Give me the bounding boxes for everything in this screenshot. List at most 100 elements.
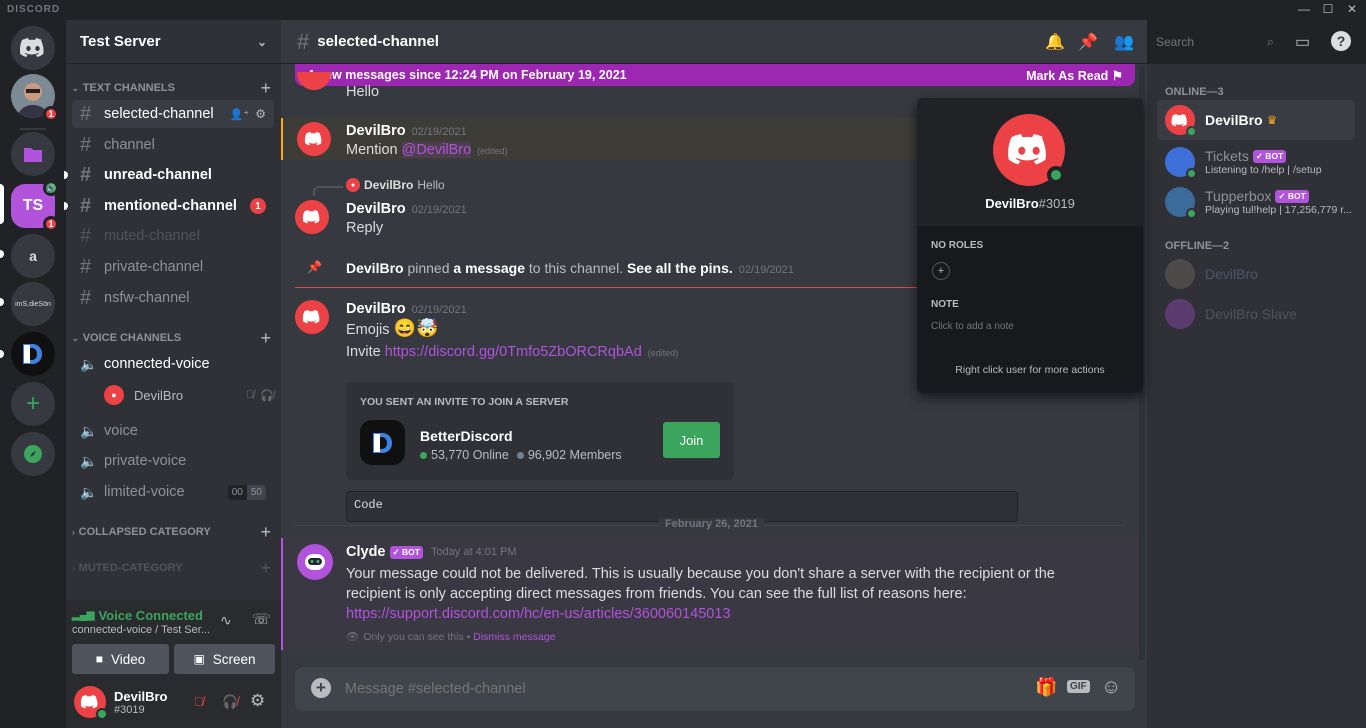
- dismiss-message-link[interactable]: Dismiss message: [473, 631, 555, 643]
- add-channel-icon[interactable]: +: [260, 328, 271, 349]
- server-betterdiscord[interactable]: [11, 332, 55, 376]
- avatar[interactable]: [297, 122, 331, 156]
- channel-channel[interactable]: # channel: [72, 131, 274, 159]
- offline-header: OFFLINE—2: [1165, 240, 1230, 252]
- video-button[interactable]: ■ Video: [72, 644, 169, 674]
- bell-icon[interactable]: 🔔: [1045, 32, 1065, 52]
- gif-button[interactable]: GIF: [1067, 680, 1090, 693]
- online-status-icon: [1186, 168, 1197, 179]
- explore-servers-button[interactable]: [11, 432, 55, 476]
- member-devilbro-offline[interactable]: DevilBro: [1157, 254, 1355, 294]
- add-role-button[interactable]: +: [932, 262, 950, 280]
- server-a[interactable]: a: [11, 234, 55, 278]
- clyde-avatar[interactable]: [297, 544, 333, 580]
- hash-icon: #: [80, 102, 92, 125]
- timestamp: 02/19/2021: [411, 204, 467, 216]
- invite-icon[interactable]: 👤⁺: [230, 108, 250, 121]
- channel-unread[interactable]: # unread-channel: [72, 161, 274, 189]
- add-server-button[interactable]: +: [11, 382, 55, 426]
- category-label: COLLAPSED CATEGORY: [78, 526, 211, 538]
- pin-icon[interactable]: 📌: [1078, 32, 1098, 52]
- invite-server-icon[interactable]: [360, 420, 405, 465]
- server-test-server[interactable]: TS 🔊 1: [11, 180, 59, 232]
- channel-mentioned[interactable]: # mentioned-channel 1: [72, 192, 274, 220]
- discord-logo-icon: [20, 38, 44, 57]
- member-devilbro-slave[interactable]: DevilBro Slave: [1157, 294, 1355, 334]
- maximize-button[interactable]: ☐: [1318, 2, 1338, 18]
- search-box[interactable]: ⌕: [1150, 30, 1280, 54]
- disconnect-icon[interactable]: ☏: [252, 610, 271, 628]
- avatar[interactable]: [295, 200, 329, 234]
- voice-status[interactable]: ▂▄▆ Voice Connected: [72, 608, 203, 623]
- member-tickets[interactable]: Tickets ✓ BOT Listening to /help | /setup: [1157, 140, 1355, 184]
- inbox-icon[interactable]: ▭: [1295, 32, 1310, 52]
- gift-icon[interactable]: 🎁: [1035, 677, 1057, 698]
- user-avatar[interactable]: [74, 686, 108, 720]
- user-mention[interactable]: @DevilBro: [401, 142, 472, 158]
- deafen-icon[interactable]: 🎧̸: [222, 694, 238, 710]
- channel-nsfw[interactable]: # nsfw-channel: [72, 284, 274, 312]
- search-input[interactable]: [1156, 35, 1256, 49]
- unread-indicator: [64, 202, 68, 210]
- author-name[interactable]: Clyde: [346, 544, 386, 560]
- author-name[interactable]: DevilBro: [346, 123, 406, 139]
- category-muted[interactable]: › MUTED-CATEGORY +: [66, 558, 281, 578]
- mark-as-read-button[interactable]: Mark As Read ⚑: [1026, 68, 1123, 83]
- member-devilbro[interactable]: DevilBro ♛: [1157, 100, 1355, 140]
- new-messages-bar[interactable]: 4 new messages since 12:24 PM on Februar…: [295, 64, 1135, 86]
- join-button[interactable]: Join: [663, 422, 720, 458]
- popout-avatar[interactable]: [993, 114, 1065, 186]
- voice-channel-connected[interactable]: 🔈 connected-voice: [72, 350, 274, 378]
- noise-suppression-icon[interactable]: ∿: [220, 612, 232, 629]
- member-tupperbox[interactable]: Tupperbox ✓ BOT Playing tul!help | 17,256…: [1157, 180, 1355, 224]
- emoji[interactable]: 😄🤯: [394, 318, 439, 338]
- muted-mic-icon[interactable]: 🎙̸: [194, 694, 204, 709]
- add-channel-icon[interactable]: +: [260, 78, 271, 99]
- category-label: MUTED-CATEGORY: [78, 562, 183, 574]
- voice-user[interactable]: ● DevilBro 🎙̸ 🎧̸: [104, 384, 274, 406]
- message-input[interactable]: [345, 677, 1015, 701]
- see-pins-link[interactable]: See all the pins.: [627, 260, 733, 276]
- minimize-button[interactable]: —: [1294, 2, 1314, 18]
- gear-icon[interactable]: ⚙: [250, 691, 265, 711]
- server-folder[interactable]: [11, 132, 55, 176]
- pinned-message-link[interactable]: a message: [453, 260, 525, 276]
- invite-server-name[interactable]: BetterDiscord: [420, 428, 513, 444]
- channel-muted[interactable]: # muted-channel: [72, 222, 274, 250]
- user-info[interactable]: DevilBro #3019: [114, 689, 167, 716]
- voice-channel-private[interactable]: 🔈 private-voice: [72, 447, 274, 475]
- server-ims[interactable]: imS,dieSön: [11, 282, 55, 326]
- server-header[interactable]: Test Server ⌄: [66, 20, 281, 64]
- voice-channel-limited[interactable]: 🔈 limited-voice 00 50: [72, 478, 274, 506]
- category-collapsed[interactable]: › COLLAPSED CATEGORY +: [66, 522, 281, 542]
- server-label: imS,dieSön: [15, 300, 51, 308]
- help-icon[interactable]: ?: [1331, 31, 1351, 51]
- add-channel-icon[interactable]: +: [260, 558, 271, 579]
- author-name[interactable]: DevilBro: [346, 201, 406, 217]
- voice-channel-voice[interactable]: 🔈 voice: [72, 417, 274, 445]
- dm-avatar[interactable]: 1: [11, 74, 59, 122]
- avatar: [297, 72, 331, 90]
- members-icon[interactable]: 👥: [1114, 32, 1134, 52]
- support-link[interactable]: https://support.discord.com/hc/en-us/art…: [346, 606, 730, 622]
- channel-selected[interactable]: # selected-channel 👤⁺ ⚙: [72, 100, 274, 128]
- author-name[interactable]: DevilBro: [346, 301, 406, 317]
- upload-plus-icon[interactable]: +: [311, 678, 331, 698]
- author-name[interactable]: DevilBro: [346, 260, 404, 276]
- screen-share-button[interactable]: ▣ Screen: [174, 644, 275, 674]
- reply-reference[interactable]: ● DevilBro Hello: [346, 178, 445, 192]
- avatar[interactable]: [295, 300, 329, 334]
- home-button[interactable]: [11, 26, 55, 70]
- voice-location[interactable]: connected-voice / Test Ser...: [72, 624, 210, 636]
- note-input[interactable]: [931, 318, 1129, 334]
- server-list: 1 TS 🔊 1 a imS,dieSön +: [0, 20, 66, 728]
- gear-icon[interactable]: ⚙: [255, 107, 266, 121]
- add-channel-icon[interactable]: +: [260, 522, 271, 543]
- chevron-down-icon: ⌄: [72, 333, 79, 343]
- invite-link[interactable]: https://discord.gg/0Tmfo5ZbORCRqbAd: [385, 344, 642, 360]
- channel-private[interactable]: # private-channel: [72, 253, 274, 281]
- emoji-picker-icon[interactable]: ☺: [1101, 676, 1121, 699]
- close-window-button[interactable]: ✕: [1342, 2, 1362, 18]
- category-text-channels[interactable]: ⌄ TEXT CHANNELS +: [66, 78, 281, 98]
- category-voice-channels[interactable]: ⌄ VOICE CHANNELS +: [66, 328, 281, 348]
